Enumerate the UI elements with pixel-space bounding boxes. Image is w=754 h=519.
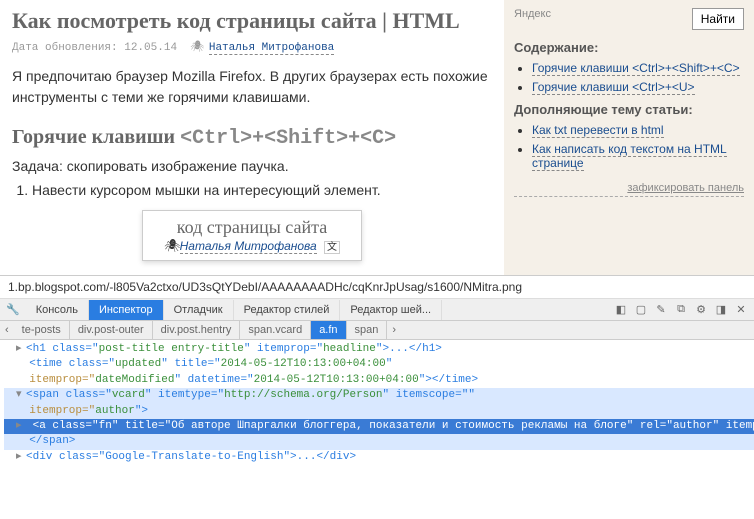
search-button[interactable]: Найти (692, 8, 744, 30)
crumb[interactable]: te-posts (14, 321, 70, 339)
article-main: Как посмотреть код страницы сайта | HTML… (0, 0, 504, 275)
responsive-icon[interactable]: ▢ (634, 303, 648, 317)
crumb[interactable]: span.vcard (240, 321, 311, 339)
devtools-panel: 1.bp.blogspot.com/-l805Va2ctxo/UD3sQtYDe… (0, 275, 754, 481)
spider-icon: 🕷 (164, 238, 176, 254)
toc-list: Горячие клавиши <Ctrl>+<Shift>+<C> Горяч… (532, 61, 744, 94)
crumb-active[interactable]: a.fn (311, 321, 346, 339)
tab-debugger[interactable]: Отладчик (164, 300, 234, 320)
split-icon[interactable]: ◧ (614, 303, 628, 317)
devtools-tabs: 🔧 Консоль Инспектор Отладчик Редактор ст… (0, 299, 754, 321)
sidebar: Яндекс Найти Содержание: Горячие клавиши… (504, 0, 754, 275)
dock-side-icon[interactable]: ◨ (714, 303, 728, 317)
thumb-author: 🕷 Наталья Митрофанова 文 (149, 238, 355, 254)
author-link[interactable]: Наталья Митрофанова (209, 42, 334, 55)
toc-link[interactable]: Горячие клавиши <Ctrl>+<U> (532, 80, 695, 95)
example-thumbnail: код страницы сайта 🕷 Наталья Митрофанова… (142, 210, 362, 261)
wrench-icon[interactable]: 🔧 (0, 299, 26, 320)
close-icon[interactable]: ✕ (734, 303, 748, 317)
h2-text: Горячие клавиши (12, 126, 175, 148)
article-meta: Дата обновления: 12.05.14 🕷 Наталья Митр… (12, 40, 492, 54)
gear-icon[interactable]: ⚙ (694, 303, 708, 317)
search-bar: Яндекс Найти (514, 8, 744, 30)
tab-console[interactable]: Консоль (26, 300, 89, 320)
intro-text: Я предпочитаю браузер Mozilla Firefox. В… (12, 66, 492, 108)
thumb-title: код страницы сайта (149, 217, 355, 238)
steps-list: Навести курсором мышки на интересующий э… (32, 182, 492, 198)
crumb-prev[interactable]: ‹ (0, 322, 14, 338)
page-title: Как посмотреть код страницы сайта | HTML (12, 8, 492, 34)
crumb[interactable]: div.post-outer (70, 321, 153, 339)
breadcrumb-trail: ‹ te-posts div.post-outer div.post.hentr… (0, 321, 754, 340)
url-bar: 1.bp.blogspot.com/-l805Va2ctxo/UD3sQtYDe… (0, 276, 754, 299)
yandex-logo: Яндекс (514, 8, 551, 30)
related-link[interactable]: Как написать код текстом на HTML страниц… (532, 142, 727, 171)
crumb[interactable]: span (347, 321, 388, 339)
paint-icon[interactable]: ✎ (654, 303, 668, 317)
date-value: 12.05.14 (124, 42, 177, 54)
dock-icon[interactable]: ⧉ (674, 303, 688, 317)
dom-pane: ‹ te-posts div.post-outer div.post.hentr… (0, 321, 754, 481)
dom-tree[interactable]: ▸<h1 class="post-title entry-title" item… (0, 340, 754, 481)
spider-icon: 🕷 (190, 40, 202, 54)
fix-panel-link[interactable]: зафиксировать панель (514, 182, 744, 197)
task-text: Задача: скопировать изображение паучка. (12, 158, 492, 174)
related-link[interactable]: Как txt перевести в html (532, 123, 664, 138)
h2-code: <Ctrl>+<Shift>+<C> (180, 127, 396, 150)
translate-icon[interactable]: 文 (324, 241, 340, 254)
crumb-next[interactable]: › (387, 322, 401, 338)
related-list: Как txt перевести в html Как написать ко… (532, 123, 744, 170)
related-heading: Дополняющие тему статьи: (514, 102, 744, 117)
crumb[interactable]: div.post.hentry (153, 321, 241, 339)
toc-link[interactable]: Горячие клавиши <Ctrl>+<Shift>+<C> (532, 61, 740, 76)
tab-inspector[interactable]: Инспектор (89, 300, 164, 320)
devtools-toolbar-icons: ◧ ▢ ✎ ⧉ ⚙ ◨ ✕ (608, 303, 754, 317)
tab-style-editor[interactable]: Редактор стилей (234, 300, 341, 320)
toc-heading: Содержание: (514, 40, 744, 55)
section-heading: Горячие клавиши <Ctrl>+<Shift>+<C> (12, 126, 492, 150)
tab-shader[interactable]: Редактор шей... (340, 300, 442, 320)
date-label: Дата обновления: (12, 42, 118, 54)
thumb-author-link[interactable]: Наталья Митрофанова (180, 239, 317, 254)
step-item: Навести курсором мышки на интересующий э… (32, 182, 492, 198)
